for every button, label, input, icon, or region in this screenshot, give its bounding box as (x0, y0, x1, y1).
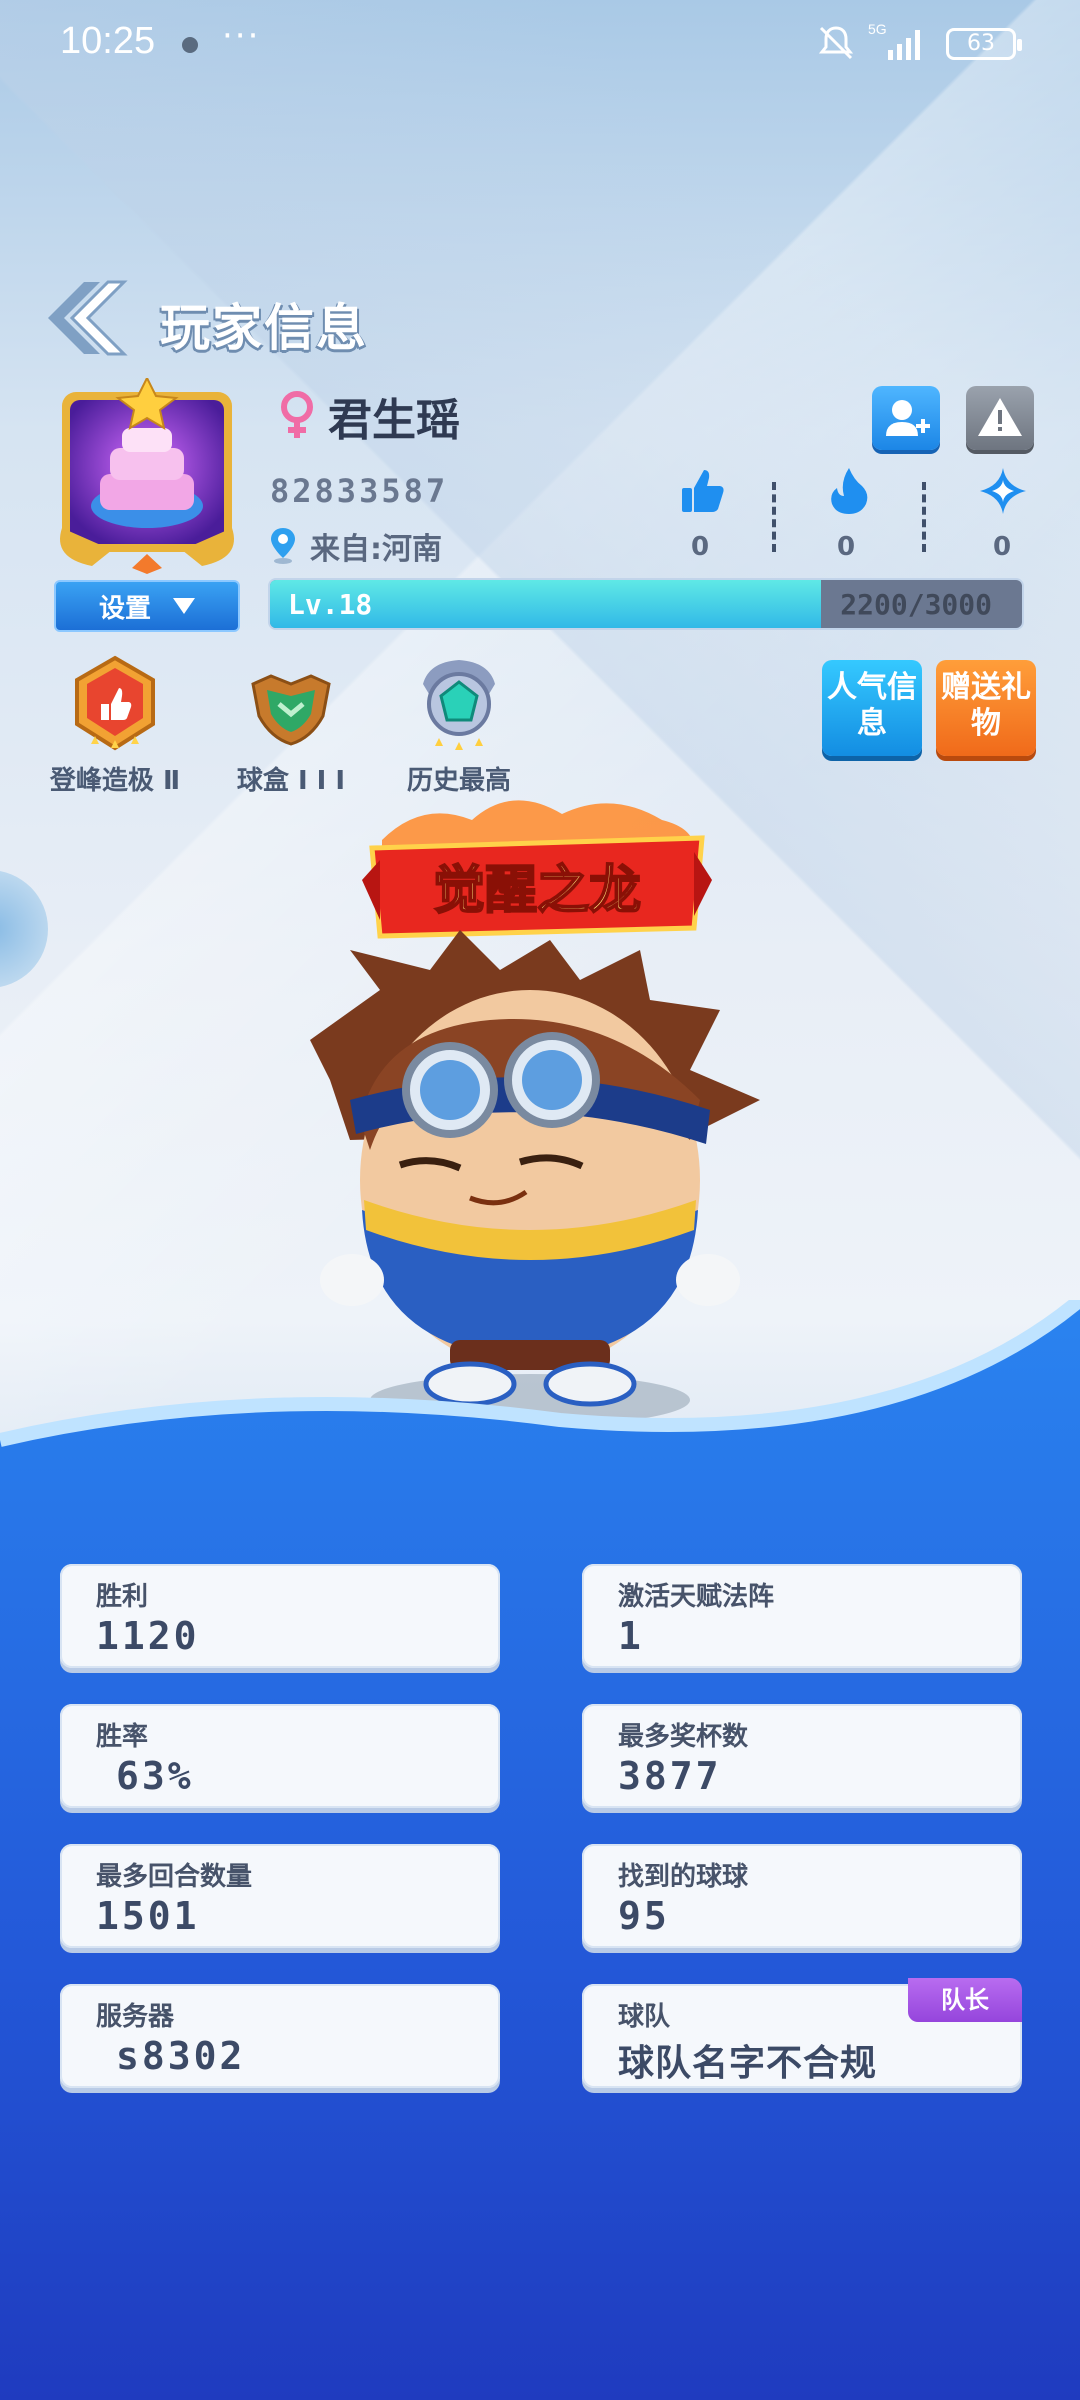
status-bar: 10:25 ··· 5G 63 (0, 0, 1080, 90)
stat-value: 63% (116, 1754, 194, 1798)
mute-icon (818, 26, 854, 60)
badge-ball-box[interactable]: 球盒 I I I (216, 654, 366, 797)
stat-value: 3877 (618, 1754, 722, 1798)
player-id: 82833587 (270, 472, 449, 510)
side-drawer-handle[interactable] (0, 870, 48, 988)
settings-button[interactable]: 设置 (54, 580, 240, 632)
stat-label: 球队 (618, 2002, 671, 2032)
add-friend-button[interactable] (872, 386, 940, 450)
page-title: 玩家信息 (160, 299, 368, 357)
popularity-info-button[interactable]: 人气信息 (822, 660, 922, 756)
badge-label: 登峰造极 Ⅱ (49, 766, 181, 796)
signal-icon: 5G (868, 21, 920, 60)
stat-value: 1120 (96, 1614, 200, 1658)
ball-box-badge-icon (251, 674, 331, 746)
team-name: 球队名字不合规 (618, 2043, 878, 2084)
player-location: 来自:河南 (310, 532, 442, 567)
flame-icon[interactable] (824, 466, 874, 516)
badge-peak-rank[interactable]: 登峰造极 Ⅱ (40, 654, 190, 797)
star-count: 0 (992, 532, 1012, 562)
stat-card-win-rate: 胜率 63% (60, 1704, 500, 1808)
stat-label: 激活天赋法阵 (618, 1582, 775, 1612)
player-name: 君生瑶 (328, 395, 460, 446)
battery-tip (1017, 39, 1022, 51)
badge-history-best[interactable]: 历史最高 (384, 654, 534, 797)
stat-label: 服务器 (96, 2002, 175, 2032)
battery-level: 63 (967, 31, 995, 56)
avatar[interactable] (52, 378, 242, 574)
stat-card-wins: 胜利 1120 (60, 1564, 500, 1668)
status-more-icon: ··· (222, 16, 261, 56)
peak-rank-badge-icon (75, 655, 155, 751)
stat-card-team[interactable]: 球队 球队名字不合规 队长 (582, 1978, 1022, 2088)
battery-icon: 63 (946, 28, 1022, 60)
chevron-down-icon (173, 598, 195, 614)
hot-count: 0 (836, 532, 856, 562)
stat-value: s8302 (116, 2034, 246, 2078)
divider (772, 482, 776, 552)
location-pin-icon (271, 528, 295, 564)
stat-label: 最多奖杯数 (618, 1722, 749, 1752)
stat-card-balls: 找到的球球 95 (582, 1844, 1022, 1948)
add-friend-icon (886, 400, 930, 436)
warning-icon (978, 398, 1022, 436)
send-gift-button[interactable]: 赠送礼物 (936, 660, 1036, 756)
back-button[interactable] (38, 278, 130, 358)
divider (922, 482, 926, 552)
stat-value: 95 (618, 1894, 670, 1938)
stat-label: 最多回合数量 (96, 1862, 253, 1892)
like-count: 0 (690, 532, 710, 562)
report-button[interactable] (966, 386, 1034, 450)
stat-value: 1501 (96, 1894, 200, 1938)
stat-card-talent: 激活天赋法阵 1 (582, 1564, 1022, 1668)
badge-label: 球盒 I I I (236, 766, 346, 796)
stat-label: 找到的球球 (618, 1862, 749, 1892)
level-label: Lv.18 (288, 588, 373, 621)
star-icon[interactable] (978, 466, 1028, 516)
female-icon (281, 391, 313, 438)
stat-card-trophies: 最多奖杯数 3877 (582, 1704, 1022, 1808)
thumbs-up-icon[interactable] (678, 466, 728, 516)
network-type: 5G (868, 21, 887, 37)
stat-label: 胜利 (96, 1582, 149, 1612)
captain-badge: 队长 (908, 1978, 1022, 2022)
title-banner-text: 觉醒之龙 (433, 861, 641, 921)
stat-card-rounds: 最多回合数量 1501 (60, 1844, 500, 1948)
stat-card-server: 服务器 s8302 (60, 1984, 500, 2088)
title-banner: 觉醒之龙 (362, 800, 712, 939)
settings-label: 设置 (98, 593, 151, 624)
status-time: 10:25 (60, 20, 156, 62)
level-progress-bar: Lv.18 2200/3000 (268, 578, 1024, 630)
exp-text: 2200/3000 (840, 588, 992, 621)
stat-value: 1 (618, 1614, 644, 1658)
stat-label: 胜率 (96, 1722, 149, 1752)
notification-dot-icon (182, 37, 198, 53)
history-best-badge-icon (423, 660, 495, 750)
